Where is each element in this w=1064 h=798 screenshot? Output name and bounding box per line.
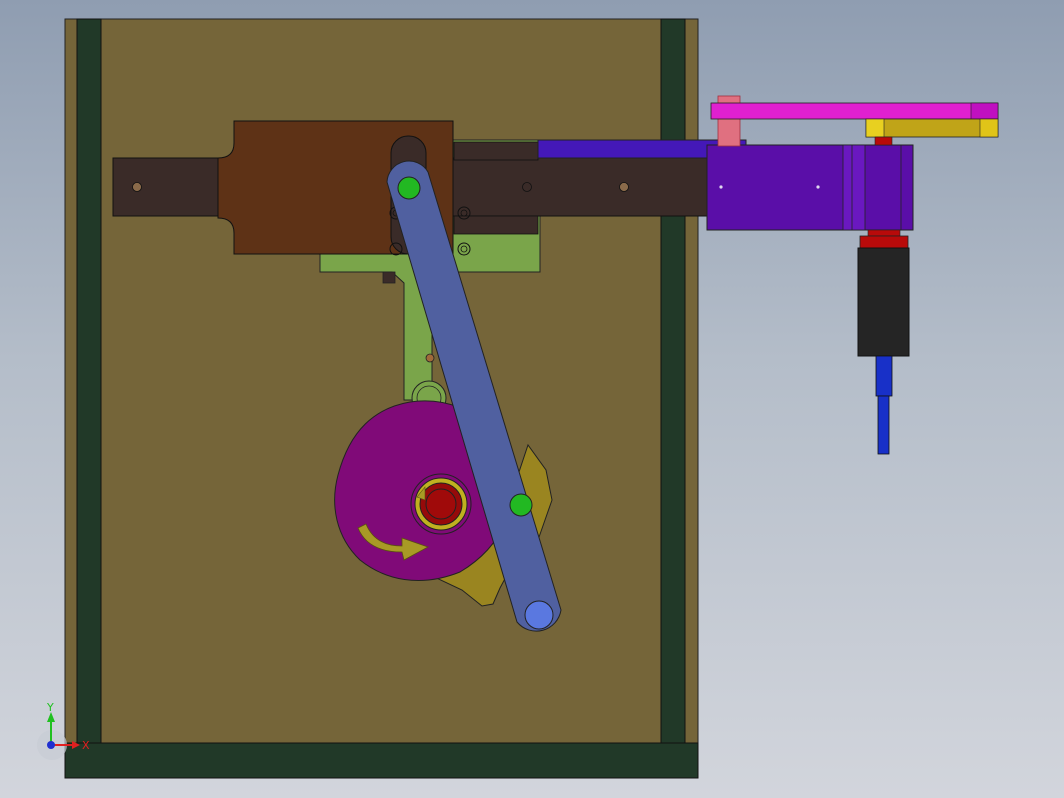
link-pin-top [397,176,421,200]
yellow-lever-end [979,118,999,138]
slider-hole [132,182,142,192]
mechanism-drawing: Y X [37,18,999,779]
bottom-frame-rail [64,742,699,779]
blue-shaft-lower [877,395,890,455]
blue-shaft-upper [875,355,893,397]
x-axis-label: X [82,739,90,752]
motor-housing-band [842,144,866,231]
red-pin [874,136,893,146]
cad-viewport[interactable]: Y X [0,0,1064,798]
red-collar [859,235,909,249]
fastener-hole [457,242,471,256]
yellow-lever [865,118,999,138]
right-frame-rail [660,18,686,744]
link-pin-middle [509,493,533,517]
pink-lever [710,102,999,120]
bracket-hole [425,353,435,363]
housing-dot [719,185,723,189]
slider-hole [619,182,629,192]
z-axis-dot [47,741,55,749]
slider-upper-plate [453,141,539,161]
left-frame-rail [76,18,102,744]
yellow-lever-end [865,118,885,138]
motor-housing [706,144,914,231]
pink-lever-end [970,102,999,120]
red-collar-top [867,229,901,237]
link-pin-bottom [524,600,554,630]
bracket-notch [382,271,396,284]
housing-dot [816,185,820,189]
slider-hole [522,182,532,192]
cam-shaft-inner [425,488,457,520]
y-axis-label: Y [46,701,54,714]
dark-motor-body [857,247,910,357]
